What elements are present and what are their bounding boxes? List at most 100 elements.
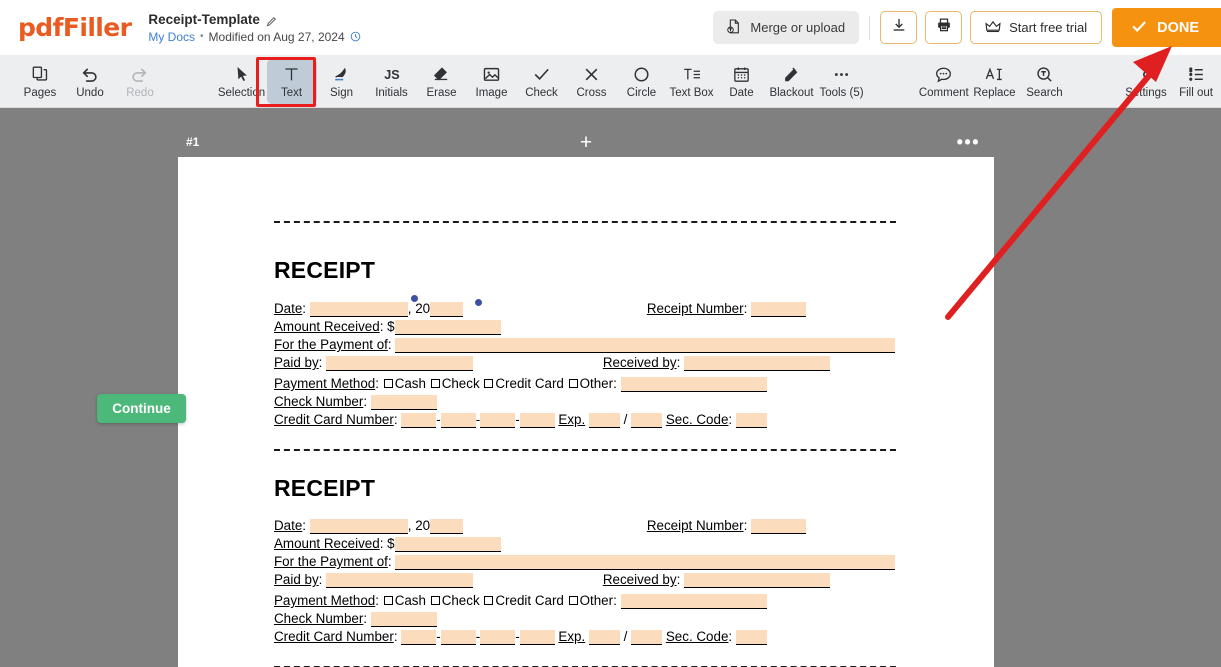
exp-year-field[interactable] (631, 630, 663, 645)
table-row[interactable]: Paid by: Received by: (274, 571, 831, 588)
paid-by-label: Paid by (274, 572, 319, 587)
ellipsis-icon[interactable]: ••• (957, 133, 980, 151)
table-row[interactable]: Amount Received: $ (274, 535, 501, 552)
checkbox-cash[interactable] (383, 596, 393, 605)
payment-for-field[interactable] (395, 338, 896, 353)
sec-code-field[interactable] (735, 413, 767, 428)
receipt-number-field[interactable] (751, 519, 807, 534)
toolbar-item-search[interactable]: Search (1019, 59, 1069, 104)
toolbar-item-selection[interactable]: Selection (217, 59, 267, 104)
cc-group-2[interactable] (440, 630, 476, 645)
amount-received-label: Amount Received (274, 536, 380, 551)
breadcrumb-my-docs[interactable]: My Docs (148, 30, 195, 44)
exp-year-field[interactable] (631, 413, 663, 428)
toolbar-item-fill-out[interactable]: Fill out (1171, 59, 1221, 104)
toolbar-item-image[interactable]: Image (467, 59, 517, 104)
table-row[interactable]: Credit Card Number: --- Exp. / Sec. Code… (274, 411, 767, 428)
date-field[interactable] (309, 302, 408, 317)
check-number-field[interactable] (370, 612, 437, 627)
printer-icon (936, 17, 952, 38)
amount-field[interactable] (394, 320, 501, 335)
plus-icon[interactable]: + (580, 132, 592, 153)
amount-field[interactable] (394, 537, 501, 552)
checkbox-other[interactable] (568, 596, 578, 605)
toolbar-item-sign[interactable]: Sign (317, 59, 367, 104)
paid-by-field[interactable] (326, 573, 474, 588)
payment-method-label: Payment Method (274, 593, 376, 608)
checkbox-credit-card[interactable] (484, 596, 494, 605)
received-by-field[interactable] (684, 573, 831, 588)
cc-group-2[interactable] (440, 413, 476, 428)
toolbar-label: Selection (217, 87, 266, 99)
done-button[interactable]: DONE (1112, 8, 1221, 47)
other-field[interactable] (620, 594, 767, 609)
table-row[interactable]: Check Number: (274, 610, 437, 627)
start-free-trial-button[interactable]: Start free trial (970, 11, 1103, 44)
toolbar-item-blackout[interactable]: Blackout (767, 59, 817, 104)
date-label: Date (274, 518, 303, 533)
receipt-number-field[interactable] (751, 302, 807, 317)
receipt-title: RECEIPT (274, 257, 376, 283)
sec-code-label: Sec. Code (665, 629, 729, 644)
exp-month-field[interactable] (588, 413, 620, 428)
print-button[interactable] (925, 11, 963, 44)
check-number-field[interactable] (370, 395, 437, 410)
cc-group-1[interactable] (401, 630, 437, 645)
table-row[interactable]: Paid by: Received by: (274, 354, 831, 371)
checkbox-credit-card[interactable] (484, 379, 494, 388)
editor-toolbar: Pages Undo Redo Selection Text Sign JS I… (0, 55, 1221, 108)
exp-month-field[interactable] (588, 630, 620, 645)
toolbar-item-cross[interactable]: Cross (567, 59, 617, 104)
year-field[interactable] (430, 519, 464, 534)
toolbar-item-circle[interactable]: Circle (617, 59, 667, 104)
cc-group-3[interactable] (480, 630, 516, 645)
year-prefix: , 20 (407, 518, 431, 533)
table-row[interactable]: For the Payment of: (274, 553, 896, 570)
cc-group-1[interactable] (401, 413, 437, 428)
toolbar-item-erase[interactable]: Erase (417, 59, 467, 104)
toolbar-item-text[interactable]: Text (266, 58, 317, 104)
payment-method-label: Payment Method (274, 376, 376, 391)
date-field[interactable] (309, 519, 408, 534)
checkbox-other[interactable] (568, 379, 578, 388)
toolbar-item-comment[interactable]: Comment (918, 59, 969, 104)
table-row[interactable]: Date: , 20 Receipt Number: (274, 300, 807, 317)
cc-group-3[interactable] (480, 413, 516, 428)
document-page[interactable]: RECEIPT Date: , 20 Receipt Number: Amoun… (178, 157, 994, 667)
continue-button[interactable]: Continue (97, 394, 186, 423)
toolbar-item-redo[interactable]: Redo (115, 59, 165, 104)
table-row[interactable]: Amount Received: $ (274, 318, 501, 335)
toolbar-item-undo[interactable]: Undo (65, 59, 115, 104)
toolbar-item-pages[interactable]: Pages (15, 59, 65, 104)
pencil-icon[interactable] (266, 14, 277, 26)
checkbox-check[interactable] (430, 596, 440, 605)
cc-group-4[interactable] (519, 630, 555, 645)
toolbar-item-date[interactable]: Date (717, 59, 767, 104)
dollar-sign: $ (387, 536, 395, 551)
other-field[interactable] (620, 377, 767, 392)
toolbar-item-check[interactable]: Check (517, 59, 567, 104)
toolbar-item-text-box[interactable]: Text Box (667, 59, 717, 104)
table-row[interactable]: Check Number: (274, 393, 437, 410)
clock-icon[interactable] (350, 31, 361, 42)
merge-or-upload-button[interactable]: Merge or upload (713, 11, 860, 44)
toolbar-item-tools[interactable]: Tools (5) (817, 59, 867, 104)
toolbar-item-replace[interactable]: Replace (969, 59, 1019, 104)
table-row[interactable]: For the Payment of: (274, 336, 896, 353)
table-row[interactable]: Payment Method: Cash Check Credit Card O… (274, 375, 767, 392)
table-row[interactable]: Date: , 20 Receipt Number: (274, 517, 807, 534)
payment-for-label: For the Payment of (274, 337, 388, 352)
cc-group-4[interactable] (519, 413, 555, 428)
checkbox-check[interactable] (430, 379, 440, 388)
sec-code-field[interactable] (735, 630, 767, 645)
payment-for-field[interactable] (395, 555, 896, 570)
toolbar-item-initials[interactable]: JS Initials (367, 59, 417, 104)
received-by-field[interactable] (684, 356, 831, 371)
year-field[interactable] (430, 302, 464, 317)
toolbar-item-settings[interactable]: Settings (1121, 59, 1171, 104)
table-row[interactable]: Payment Method: Cash Check Credit Card O… (274, 592, 767, 609)
checkbox-cash[interactable] (383, 379, 393, 388)
paid-by-field[interactable] (326, 356, 474, 371)
table-row[interactable]: Credit Card Number: --- Exp. / Sec. Code… (274, 628, 767, 645)
download-button[interactable] (880, 11, 918, 44)
